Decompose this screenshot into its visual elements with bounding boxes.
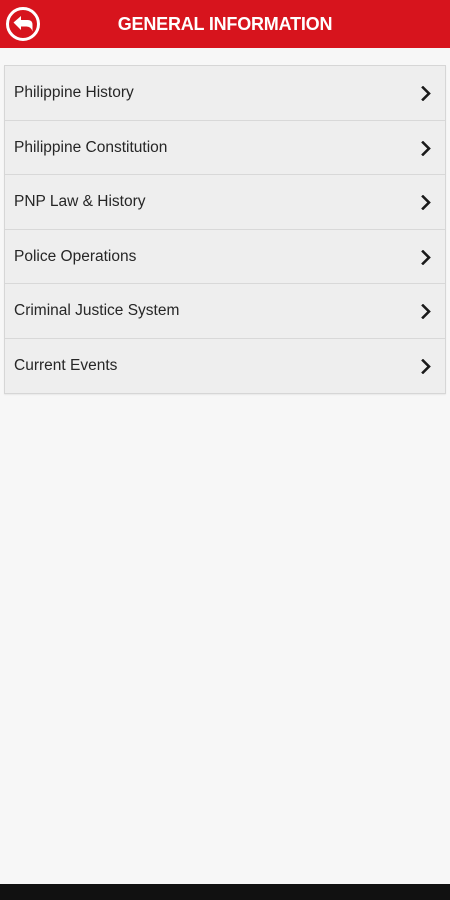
chevron-right-icon	[421, 140, 431, 156]
menu-item-philippine-history[interactable]: Philippine History	[5, 66, 445, 121]
system-navigation-bar	[0, 884, 450, 900]
menu-item-label: Criminal Justice System	[14, 302, 180, 319]
menu-item-current-events[interactable]: Current Events	[5, 338, 445, 393]
menu-item-label: PNP Law & History	[14, 193, 146, 210]
menu-item-police-operations[interactable]: Police Operations	[5, 229, 445, 284]
app-header: GENERAL INFORMATION	[0, 0, 450, 48]
chevron-right-icon	[421, 86, 431, 101]
chevron-right-icon	[421, 249, 431, 265]
general-information-menu: Philippine History Philippine Constituti…	[4, 65, 446, 394]
menu-item-label: Police Operations	[14, 247, 137, 265]
menu-item-label: Philippine History	[14, 84, 134, 101]
menu-item-pnp-law-history[interactable]: PNP Law & History	[5, 175, 445, 230]
menu-item-label: Philippine Constitution	[14, 138, 168, 156]
menu-item-philippine-constitution[interactable]: Philippine Constitution	[5, 120, 445, 175]
page-title: GENERAL INFORMATION	[117, 14, 333, 34]
menu-item-label: Current Events	[14, 356, 118, 374]
chevron-right-icon	[421, 195, 431, 210]
chevron-right-icon	[421, 304, 431, 319]
menu-item-criminal-justice-system[interactable]: Criminal Justice System	[5, 284, 445, 339]
chevron-right-icon	[421, 358, 431, 374]
